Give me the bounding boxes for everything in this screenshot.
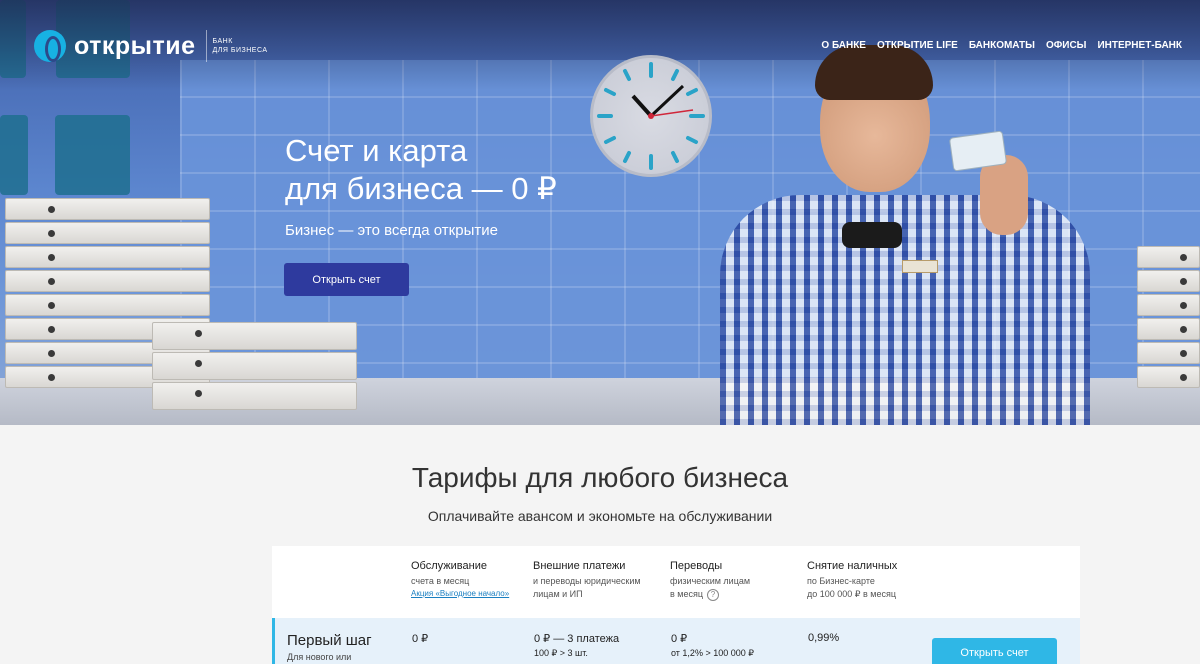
transfers-fee-value: 0 ₽ [671, 633, 688, 645]
man-hair [815, 45, 933, 100]
logo-subtitle-line: БАНК [212, 38, 233, 45]
pizza-box [5, 246, 210, 268]
pizza-box [152, 382, 357, 410]
pizza-box [1137, 294, 1200, 316]
open-account-button[interactable]: Открыть счет [932, 638, 1057, 664]
payments-fee-note: 100 ₽ > 3 шт. [534, 648, 588, 658]
promo-link[interactable]: Акция «Выгодное начало» [411, 589, 509, 598]
transfers-fee-note: от 1,2% > 100 000 ₽ [671, 648, 754, 658]
pizza-box [5, 270, 210, 292]
column-subtitle: физическим лицам в месяц? [670, 575, 750, 601]
plan-name: Первый шаг [287, 632, 372, 649]
man-shirt [720, 195, 1090, 425]
logo-text: открытие [74, 31, 196, 60]
service-fee: 0 ₽ [412, 632, 428, 645]
decor-tag [55, 115, 130, 195]
tariff-row-first-step[interactable]: Первый шаг Для нового или 0 ₽ 0 ₽ — 3 пл… [272, 618, 1080, 664]
payments-fee-value: 0 ₽ — 3 платежа [534, 633, 620, 645]
column-subtitle: и переводы юридическим лицам и ИП [533, 576, 641, 599]
pizza-box [1137, 246, 1200, 268]
tariffs-table: Обслуживание счета в месяц Акция «Выгодн… [272, 546, 1080, 664]
nav-about[interactable]: О БАНКЕ [821, 40, 866, 51]
bowtie [842, 222, 902, 248]
open-account-button[interactable]: Открыть счет [284, 263, 409, 296]
man-hand [980, 155, 1028, 235]
plan-description: Для нового или [287, 652, 352, 662]
logo-icon [34, 30, 66, 62]
cash-fee-value: 0,99% [808, 632, 840, 644]
nav-offices[interactable]: ОФИСЫ [1046, 40, 1087, 51]
decor-tag [0, 115, 28, 195]
service-fee-value: 0 ₽ [412, 633, 429, 645]
hero-subtitle: Бизнес — это всегда открытие [285, 222, 498, 239]
column-subtitle: по Бизнес-карте до 100 000 ₽ в месяц [807, 576, 897, 599]
logo-subtitle-line: ДЛЯ БИЗНЕСА [212, 47, 268, 54]
pizza-box [1137, 270, 1200, 292]
logo-subtitle: БАНК ДЛЯ БИЗНЕСА [213, 37, 268, 55]
column-header-cash: Снятие наличных по Бизнес-карте до 100 0… [807, 560, 897, 601]
column-title: Переводы [670, 560, 723, 572]
column-header-service: Обслуживание счета в месяц Акция «Выгодн… [411, 560, 509, 598]
column-title: Внешние платежи [533, 560, 626, 572]
nav-internet-bank[interactable]: ИНТЕРНЕТ-БАНК [1097, 40, 1182, 51]
hero-banner [0, 0, 1200, 425]
top-nav: О БАНКЕ ОТКРЫТИЕ LIFE БАНКОМАТЫ ОФИСЫ ИН… [821, 40, 1182, 51]
nav-atms[interactable]: БАНКОМАТЫ [969, 40, 1035, 51]
payments-fee: 0 ₽ — 3 платежа 100 ₽ > 3 шт. [534, 632, 619, 659]
column-subtitle: счета в месяц [411, 576, 470, 586]
cash-fee: 0,99% [808, 632, 839, 644]
pizza-box [152, 322, 357, 350]
hero-title: Счет и карта для бизнеса — 0 ₽ [285, 133, 557, 206]
pizza-box [1137, 366, 1200, 388]
pizza-box [152, 352, 357, 380]
help-icon[interactable]: ? [707, 589, 720, 601]
pizza-box [1137, 318, 1200, 340]
column-header-payments: Внешние платежи и переводы юридическим л… [533, 560, 641, 601]
pizza-box [1137, 342, 1200, 364]
logo-divider [205, 30, 207, 62]
clock-face [597, 62, 705, 170]
tariffs-subtitle: Оплачивайте авансом и экономьте на обслу… [427, 508, 773, 524]
pizza-box [5, 294, 210, 316]
pizza-box [5, 222, 210, 244]
logo[interactable]: открытие БАНК ДЛЯ БИЗНЕСА [34, 30, 268, 62]
column-header-transfers: Переводы физическим лицам в месяц? [670, 560, 750, 601]
column-title: Обслуживание [411, 560, 487, 572]
pizza-box [5, 198, 210, 220]
tariffs-title: Тарифы для любого бизнеса [411, 462, 789, 493]
nav-otkrytie-life[interactable]: ОТКРЫТИЕ LIFE [877, 40, 958, 51]
name-badge [902, 260, 938, 273]
column-title: Снятие наличных [807, 560, 898, 572]
transfers-fee: 0 ₽ от 1,2% > 100 000 ₽ [671, 632, 754, 659]
wall-clock [590, 55, 712, 177]
